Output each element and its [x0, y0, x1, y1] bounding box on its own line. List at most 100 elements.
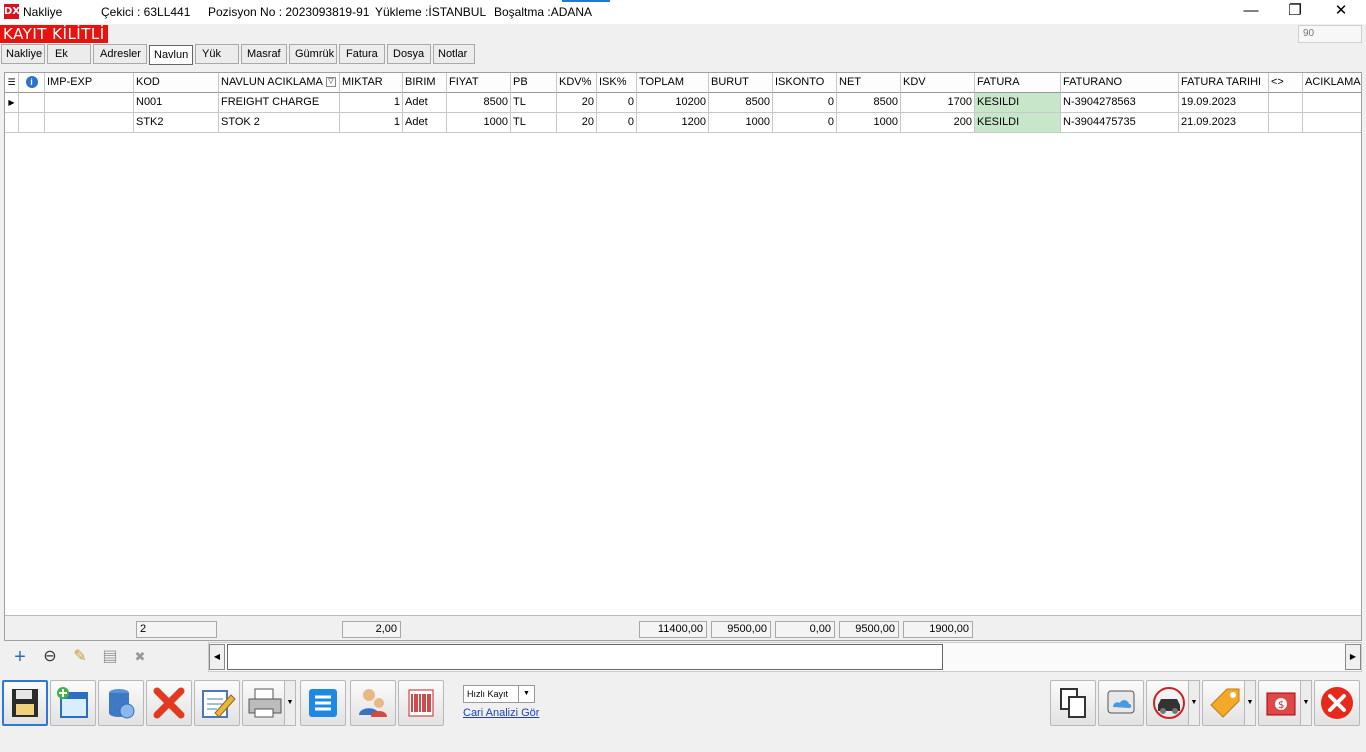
cell-fiyat[interactable]: 8500: [447, 93, 511, 113]
tab-masraf[interactable]: Masraf: [241, 44, 287, 64]
cell-toplam[interactable]: 1200: [637, 113, 709, 133]
col-imp-exp[interactable]: IMP-EXP: [45, 73, 134, 93]
cell-kdv-pct[interactable]: 20: [557, 93, 597, 113]
cell-kdv[interactable]: 1700: [901, 93, 975, 113]
cari-analiz-link[interactable]: Cari Analizi Gör: [463, 707, 539, 719]
cell-fatura-tarihi[interactable]: 21.09.2023: [1179, 113, 1269, 133]
barcode-button[interactable]: [398, 680, 444, 726]
tab-notlar[interactable]: Notlar: [433, 44, 475, 64]
col-aciklama[interactable]: ACIKLAMA: [1303, 73, 1361, 93]
col-kdv-pct[interactable]: KDV%: [557, 73, 597, 93]
cloud-button[interactable]: [1098, 680, 1144, 726]
filter-icon[interactable]: ▽: [326, 77, 336, 87]
cell-burut[interactable]: 8500: [709, 93, 773, 113]
tab-ek[interactable]: Ek: [47, 44, 91, 64]
database-button[interactable]: [98, 680, 144, 726]
cell-imp-exp[interactable]: [45, 93, 134, 113]
post-row-icon[interactable]: ▤: [100, 647, 120, 667]
scrollbar-thumb[interactable]: [227, 644, 943, 670]
add-row-icon[interactable]: +: [10, 647, 30, 667]
cell-isk-pct[interactable]: 0: [597, 113, 637, 133]
edit-button[interactable]: [194, 680, 240, 726]
cell-aciklama[interactable]: FREIGHT CHARGE: [219, 93, 340, 113]
scroll-left-icon[interactable]: ◀: [209, 644, 225, 670]
cancel-row-icon[interactable]: ✖: [130, 647, 150, 667]
save-button[interactable]: [2, 680, 48, 726]
col-fatura-tarihi[interactable]: FATURA TARIHI: [1179, 73, 1269, 93]
record-number-field[interactable]: 90: [1298, 25, 1362, 43]
cell-faturano[interactable]: N-3904475735: [1061, 113, 1179, 133]
new-record-button[interactable]: [50, 680, 96, 726]
cell-imp-exp[interactable]: [45, 113, 134, 133]
cell-toplam[interactable]: 10200: [637, 93, 709, 113]
col-fatura[interactable]: FATURA: [975, 73, 1061, 93]
cell-birim[interactable]: Adet: [403, 113, 447, 133]
cell-fiyat[interactable]: 1000: [447, 113, 511, 133]
cell-diff[interactable]: [1269, 113, 1303, 133]
expense-dropdown-icon[interactable]: ▼: [1300, 680, 1312, 726]
col-isk-pct[interactable]: ISK%: [597, 73, 637, 93]
close-window-button[interactable]: ✕: [1318, 0, 1364, 24]
cell-fatura-tarihi[interactable]: 19.09.2023: [1179, 93, 1269, 113]
tab-fatura[interactable]: Fatura: [339, 44, 385, 64]
col-iskonto[interactable]: ISKONTO: [773, 73, 837, 93]
col-diff[interactable]: <>: [1269, 73, 1303, 93]
col-fiyat[interactable]: FIYAT: [447, 73, 511, 93]
copy-button[interactable]: [1050, 680, 1096, 726]
cell-net[interactable]: 1000: [837, 113, 901, 133]
cell-kdv[interactable]: 200: [901, 113, 975, 133]
users-button[interactable]: [350, 680, 396, 726]
expense-button[interactable]: $: [1258, 680, 1304, 726]
cell-fatura[interactable]: KESILDI: [975, 93, 1061, 113]
col-pb[interactable]: PB: [511, 73, 557, 93]
cell-pb[interactable]: TL: [511, 113, 557, 133]
tab-gumruk[interactable]: Gümrük: [289, 44, 337, 64]
cell-kdv-pct[interactable]: 20: [557, 113, 597, 133]
col-burut[interactable]: BURUT: [709, 73, 773, 93]
cell-net[interactable]: 8500: [837, 93, 901, 113]
tab-adresler[interactable]: Adresler: [93, 44, 147, 64]
cell-miktar[interactable]: 1: [340, 93, 403, 113]
minimize-button[interactable]: —: [1228, 0, 1274, 24]
col-faturano[interactable]: FATURANO: [1061, 73, 1179, 93]
column-chooser-icon[interactable]: ☰: [5, 73, 19, 93]
print-dropdown-icon[interactable]: ▼: [284, 680, 296, 726]
col-net[interactable]: NET: [837, 73, 901, 93]
tag-button[interactable]: [1202, 680, 1248, 726]
tab-nakliye[interactable]: Nakliye: [1, 44, 45, 64]
tag-dropdown-icon[interactable]: ▼: [1244, 680, 1256, 726]
delete-button[interactable]: [146, 680, 192, 726]
vehicle-button[interactable]: [1146, 680, 1192, 726]
cell-not[interactable]: [1303, 93, 1361, 113]
col-toplam[interactable]: TOPLAM: [637, 73, 709, 93]
cell-miktar[interactable]: 1: [340, 113, 403, 133]
chevron-down-icon[interactable]: ▼: [518, 686, 534, 702]
close-button[interactable]: [1314, 680, 1360, 726]
cell-iskonto[interactable]: 0: [773, 93, 837, 113]
cell-fatura[interactable]: KESILDI: [975, 113, 1061, 133]
horizontal-scrollbar[interactable]: ◀ ▶: [208, 642, 1362, 672]
col-navlun-aciklama[interactable]: NAVLUN ACIKLAMA ▽: [219, 73, 340, 93]
tab-dosya[interactable]: Dosya: [387, 44, 431, 64]
col-birim[interactable]: BIRIM: [403, 73, 447, 93]
tab-navlun[interactable]: Navlun: [149, 45, 193, 65]
col-miktar[interactable]: MIKTAR: [340, 73, 403, 93]
quick-save-select[interactable]: Hızlı Kayıt ▼: [463, 685, 535, 703]
cell-kod[interactable]: N001: [134, 93, 219, 113]
list-button[interactable]: [300, 680, 346, 726]
cell-diff[interactable]: [1269, 93, 1303, 113]
vehicle-dropdown-icon[interactable]: ▼: [1188, 680, 1200, 726]
remove-row-icon[interactable]: ⊖: [40, 647, 60, 667]
scroll-right-icon[interactable]: ▶: [1345, 644, 1361, 670]
tab-yuk[interactable]: Yük: [195, 44, 239, 64]
cell-aciklama[interactable]: STOK 2: [219, 113, 340, 133]
cell-iskonto[interactable]: 0: [773, 113, 837, 133]
cell-faturano[interactable]: N-3904278563: [1061, 93, 1179, 113]
restore-button[interactable]: ❐: [1272, 0, 1318, 24]
edit-row-icon[interactable]: ✎: [70, 647, 90, 667]
cell-isk-pct[interactable]: 0: [597, 93, 637, 113]
cell-burut[interactable]: 1000: [709, 113, 773, 133]
col-kod[interactable]: KOD: [134, 73, 219, 93]
col-kdv[interactable]: KDV: [901, 73, 975, 93]
print-button[interactable]: [242, 680, 288, 726]
